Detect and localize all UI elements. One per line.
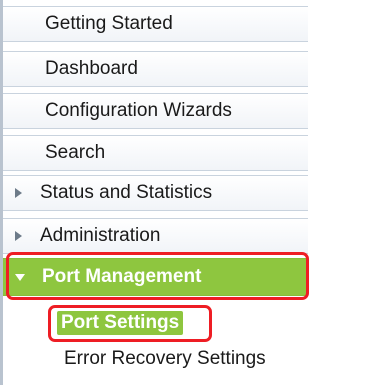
collapse-arrow-icon — [15, 273, 25, 281]
nav-item-label: Search — [45, 142, 106, 163]
nav-item-status-and-statistics[interactable]: Status and Statistics — [3, 175, 308, 211]
expand-arrow-icon — [15, 231, 22, 241]
nav-item-label: Port Management — [42, 266, 202, 287]
subnav-item-error-recovery-settings[interactable]: Error Recovery Settings — [64, 347, 266, 371]
nav-item-getting-started[interactable]: Getting Started — [3, 6, 308, 42]
nav-item-label: Dashboard — [45, 58, 138, 79]
nav-item-configuration-wizards[interactable]: Configuration Wizards — [3, 93, 308, 129]
nav-item-administration[interactable]: Administration — [3, 218, 308, 254]
nav-item-label: Configuration Wizards — [45, 100, 232, 121]
nav-item-label: Status and Statistics — [40, 182, 213, 203]
nav-item-label: Getting Started — [45, 13, 173, 34]
nav-item-label: Administration — [40, 225, 161, 246]
nav-item-search[interactable]: Search — [3, 135, 308, 171]
nav-item-dashboard[interactable]: Dashboard — [3, 51, 308, 87]
sidebar-nav: Getting Started Dashboard Configuration … — [0, 0, 385, 385]
subnav-item-port-settings[interactable]: Port Settings — [57, 311, 184, 335]
nav-item-port-management[interactable]: Port Management — [3, 258, 308, 296]
expand-arrow-icon — [15, 188, 22, 198]
